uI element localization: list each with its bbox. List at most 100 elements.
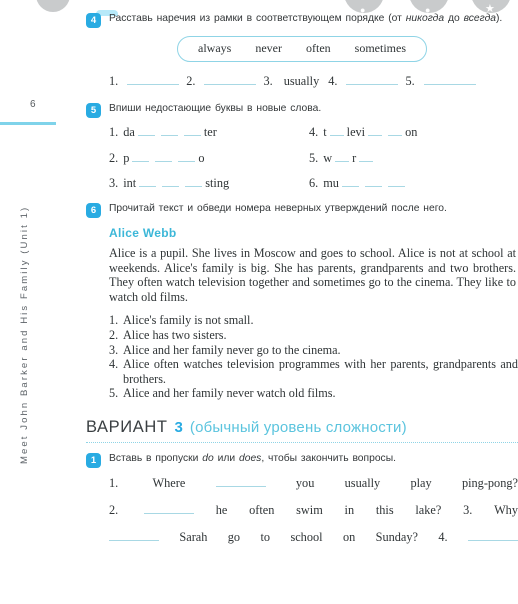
question-blank[interactable] bbox=[109, 540, 159, 542]
letter-blank[interactable] bbox=[359, 160, 374, 162]
statement-item[interactable]: 5. Alice and her family never watch old … bbox=[109, 386, 518, 401]
letter-blank[interactable] bbox=[155, 160, 173, 162]
exercise-5-instruction: Впиши недостающие буквы в новые слова. bbox=[109, 102, 322, 114]
question-word: to bbox=[260, 530, 271, 545]
question-number: 4. bbox=[438, 530, 448, 545]
question-word: you bbox=[295, 476, 315, 491]
question-word: in bbox=[344, 503, 355, 518]
workbook-page: ● ● ★ 6 Meet John Barker and His Family … bbox=[0, 0, 518, 604]
question-word: Why bbox=[494, 503, 518, 518]
statement-number[interactable]: 2. bbox=[109, 328, 123, 343]
letter-blank[interactable] bbox=[388, 135, 403, 136]
item-mid: levi bbox=[346, 125, 366, 139]
statement-text: Alice has two sisters. bbox=[123, 327, 227, 342]
true-false-statements: 1. Alice's family is not small. 2. Alice… bbox=[86, 313, 518, 401]
letter-blank[interactable] bbox=[137, 135, 155, 136]
exercise-1: 1 Вставь в пропуски do или does, чтобы з… bbox=[86, 452, 518, 468]
item-mid: r bbox=[352, 150, 357, 165]
word-bank-item: never bbox=[255, 40, 282, 55]
instruction-emphasis: do bbox=[202, 452, 214, 464]
exercise-4: 4 Расставь наречия из рамки в соответств… bbox=[86, 12, 518, 28]
question-blank[interactable] bbox=[143, 513, 194, 515]
question-word: Where bbox=[152, 476, 186, 491]
letters-item-1: 1. da ter bbox=[109, 125, 309, 140]
item-suffix: on bbox=[405, 125, 418, 139]
question-word: swim bbox=[296, 503, 323, 518]
page-number: 6 bbox=[30, 99, 37, 110]
variant-number: 3 bbox=[174, 418, 183, 436]
statement-number[interactable]: 4. bbox=[109, 357, 123, 386]
item-number: 3. bbox=[109, 176, 119, 190]
item-suffix: sting bbox=[205, 176, 230, 190]
question-word: school bbox=[290, 530, 323, 545]
answer-number: 2. bbox=[186, 73, 196, 88]
letters-item-6: 6. mu bbox=[309, 176, 509, 191]
question-blank[interactable] bbox=[215, 486, 266, 488]
statement-number[interactable]: 1. bbox=[109, 313, 123, 328]
question-blank[interactable] bbox=[468, 540, 518, 542]
letter-blank[interactable] bbox=[387, 186, 405, 187]
exercise-5: 5 Впиши недостающие буквы в новые слова. bbox=[86, 102, 518, 118]
item-prefix: da bbox=[123, 125, 135, 139]
statement-text: Alice and her family never go to the cin… bbox=[123, 342, 341, 357]
answer-number: 4. bbox=[328, 73, 338, 88]
question-word: Sunday? bbox=[375, 530, 418, 545]
item-prefix: p bbox=[123, 150, 130, 165]
question-word: often bbox=[249, 503, 275, 518]
answer-blank-2[interactable] bbox=[204, 83, 257, 85]
item-suffix: ter bbox=[203, 125, 217, 139]
question-number: 3. bbox=[463, 503, 473, 518]
reading-text-body: Alice is a pupil. She lives in Moscow an… bbox=[109, 246, 516, 304]
statement-item[interactable]: 1. Alice's family is not small. bbox=[109, 313, 518, 328]
item-number: 6. bbox=[309, 176, 319, 190]
statement-text: Alice and her family never watch old fil… bbox=[123, 386, 336, 401]
statement-text: Alice often watches television programme… bbox=[123, 357, 518, 386]
exercise-4-instruction: Расставь наречия из рамки в соответствую… bbox=[109, 12, 518, 27]
question-number: 2. bbox=[109, 503, 119, 518]
item-number: 2. bbox=[109, 150, 119, 165]
question-word: play bbox=[410, 476, 432, 491]
letter-blank[interactable] bbox=[162, 186, 180, 187]
word-bank-item: sometimes bbox=[354, 40, 406, 55]
statement-item[interactable]: 4. Alice often watches television progra… bbox=[109, 357, 518, 386]
word-bank-wrapper: always never often sometimes bbox=[86, 35, 518, 62]
letter-blank[interactable] bbox=[178, 160, 196, 162]
exercise-number-badge[interactable]: 6 bbox=[86, 202, 101, 218]
letter-blank[interactable] bbox=[341, 186, 359, 187]
instruction-emphasis: всегда bbox=[463, 13, 496, 24]
question-word: this bbox=[375, 503, 394, 518]
statement-text: Alice's family is not small. bbox=[123, 313, 254, 328]
item-number: 4. bbox=[309, 125, 319, 139]
statement-number[interactable]: 5. bbox=[109, 386, 123, 401]
question-number: 1. bbox=[109, 476, 119, 491]
question-word: on bbox=[342, 530, 356, 545]
letter-blank[interactable] bbox=[364, 186, 382, 187]
letter-blank[interactable] bbox=[160, 135, 178, 136]
variant-heading: ВАРИАНТ 3 (обычный уровень сложности) bbox=[86, 418, 518, 437]
exercise-6-instruction: Прочитай текст и обведи номера неверных … bbox=[109, 202, 447, 214]
exercise-number-badge[interactable]: 5 bbox=[86, 102, 101, 118]
exercise-number-badge[interactable]: 4 bbox=[86, 13, 101, 28]
reading-text-title: Alice Webb bbox=[109, 226, 177, 240]
letter-blank[interactable] bbox=[335, 160, 350, 162]
statement-item[interactable]: 3. Alice and her family never go to the … bbox=[109, 343, 518, 358]
letter-blank[interactable] bbox=[185, 186, 203, 187]
item-number: 5. bbox=[309, 150, 319, 165]
question-word: usually bbox=[344, 476, 381, 491]
exercise-number-badge[interactable]: 1 bbox=[86, 452, 101, 468]
letter-blank[interactable] bbox=[368, 135, 383, 136]
letters-row: 3. int sting 6. mu bbox=[109, 176, 518, 191]
statement-number[interactable]: 3. bbox=[109, 343, 123, 358]
letter-blank[interactable] bbox=[139, 186, 157, 187]
question-word: ping-pong? bbox=[461, 476, 518, 491]
letter-blank[interactable] bbox=[132, 160, 150, 162]
answer-blank-4[interactable] bbox=[346, 83, 399, 85]
letter-blank[interactable] bbox=[183, 135, 201, 136]
letter-blank[interactable] bbox=[329, 135, 344, 136]
variant-subtitle: (обычный уровень сложности) bbox=[189, 418, 407, 436]
statement-item[interactable]: 2. Alice has two sisters. bbox=[109, 328, 518, 343]
answer-blank-1[interactable] bbox=[127, 83, 180, 85]
question-word: lake? bbox=[415, 503, 442, 518]
question-line-1: 1. Where you usually play ping-pong? bbox=[109, 476, 518, 491]
answer-blank-5[interactable] bbox=[423, 83, 476, 85]
